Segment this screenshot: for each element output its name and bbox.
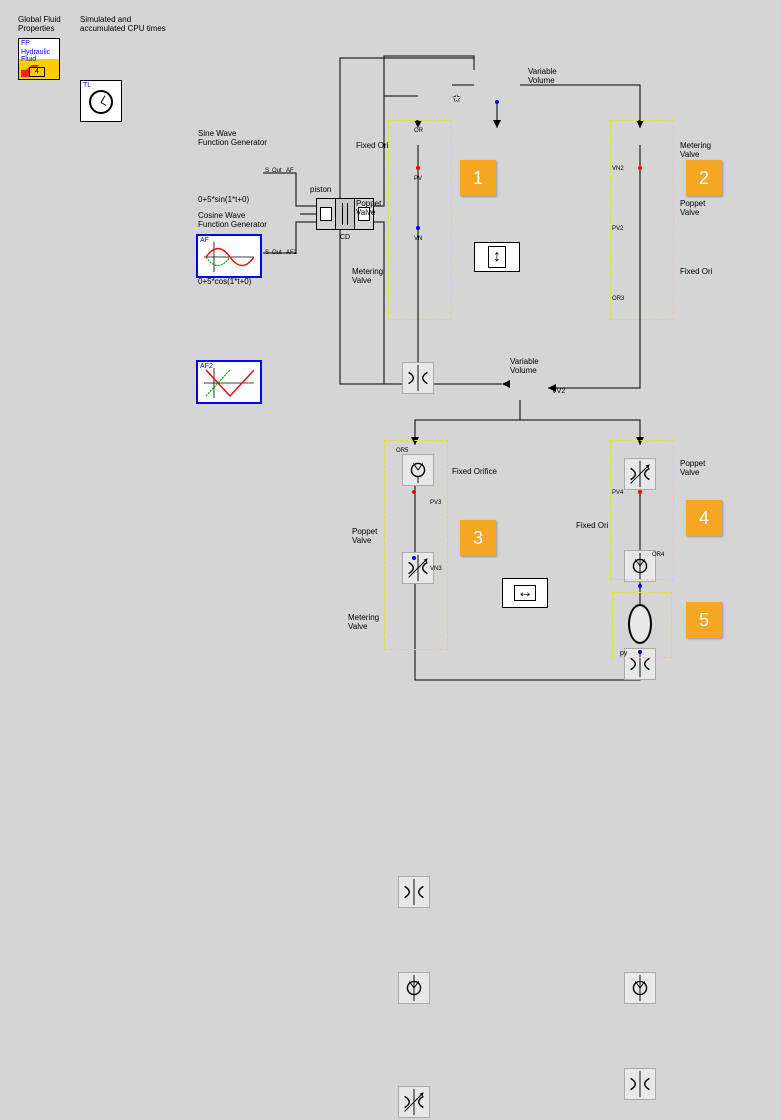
group-3-box: [384, 440, 448, 650]
cos-formula: 0+5*cos(1*t+0): [198, 278, 251, 287]
vv-mid-arrow-icon: ↔: [517, 584, 533, 602]
port-dot: [638, 490, 642, 494]
star-icon: ✩: [452, 92, 461, 105]
metering-icon: [399, 1087, 429, 1117]
group-2-box: [610, 120, 674, 320]
sine-generator-block[interactable]: AF: [196, 234, 262, 278]
poppet-icon: [399, 973, 429, 1003]
vv2-tag: VV2: [552, 388, 565, 396]
clock-icon: [89, 90, 113, 114]
g3-fixed-orifice-label: Fixed Orifice: [452, 468, 497, 477]
sine-port-af: AF: [286, 168, 294, 175]
sine-port-s: S: [265, 168, 269, 175]
g3-metering-label: Metering Valve: [348, 614, 379, 632]
g2-or3-tag: OR3: [612, 296, 624, 303]
port-dot: [412, 556, 416, 560]
group-5-number: 5: [686, 602, 722, 638]
g3-or5-tag: OR5: [396, 448, 408, 455]
g3-poppet-valve[interactable]: [398, 972, 430, 1004]
fp-tag: FP: [21, 40, 30, 47]
cos-port-s: S: [265, 250, 269, 257]
cos-wave-icon: [204, 368, 254, 398]
g2-pv2-tag: PV2: [612, 226, 623, 233]
sine-title: Sine Wave Function Generator: [198, 130, 267, 148]
g1-pv-tag: PV: [414, 176, 422, 183]
cos-title: Cosine Wave Function Generator: [198, 212, 267, 230]
g4-pv4-tag: PV4: [612, 490, 623, 497]
orifice-icon: [403, 363, 433, 393]
g4-or4-tag: OR4: [652, 552, 664, 559]
cos-port-af2: AF2: [286, 250, 297, 257]
group-2-number: 2: [686, 160, 722, 196]
variable-volume-top[interactable]: ↕: [474, 242, 520, 272]
cos-generator-block[interactable]: AF2: [196, 360, 262, 404]
group-4-number: 4: [686, 500, 722, 536]
hydraulic-fluid-block[interactable]: FP Hydraulic Fluid 4: [18, 38, 60, 80]
group-1-number: 1: [460, 160, 496, 196]
port-dot: [638, 650, 642, 654]
g1-fixed-ori-label: Fixed Ori: [356, 142, 388, 151]
hydraulic-fluid-label: Hydraulic Fluid: [21, 49, 50, 63]
cpu-times-title: Simulated and accumulated CPU times: [80, 16, 166, 34]
orifice-icon: [625, 1069, 655, 1099]
port-dot: [416, 226, 420, 230]
g3-poppet-label: Poppet Valve: [352, 528, 377, 546]
tl-tag: TL: [83, 82, 91, 89]
piston-label: piston: [310, 186, 331, 195]
g1-metering-label: Metering Valve: [352, 268, 383, 286]
group-1-box: [388, 120, 452, 320]
group-4-box: [610, 440, 674, 580]
g4-poppet-valve[interactable]: [624, 972, 656, 1004]
port-dot: [638, 584, 642, 588]
port-dot: [412, 490, 416, 494]
vv-top-arrow-icon: ↕: [493, 248, 501, 266]
g2-vn2-tag: VN2: [612, 166, 624, 173]
g1-or-tag: OR: [414, 128, 423, 135]
g2-metering-label: Metering Valve: [680, 142, 711, 160]
fluid-badge: 4: [29, 67, 45, 77]
g1-vn-tag: VN: [414, 236, 422, 243]
accumulator-tank[interactable]: [628, 604, 652, 644]
variable-volume-mid[interactable]: ↔: [502, 578, 548, 608]
g5-py-label: py: [620, 650, 627, 658]
g3-pv3-tag: PV3: [430, 500, 441, 507]
cpu-times-block[interactable]: TL: [80, 80, 122, 122]
global-fluid-title: Global Fluid Properties: [18, 16, 61, 34]
poppet-icon: [625, 973, 655, 1003]
g3-fixed-orifice[interactable]: [398, 876, 430, 908]
group-3-number: 3: [460, 520, 496, 556]
g4-fixed-orifice[interactable]: [624, 1068, 656, 1100]
vv-top-label: Variable Volume: [528, 68, 557, 86]
g1-poppet-label: Poppet Valve: [356, 200, 381, 218]
sine-port-out: Out: [272, 168, 282, 175]
sine-formula: 0+5*sin(1*t+0): [198, 196, 249, 205]
g2-poppet-label: Poppet Valve: [680, 200, 705, 218]
g2-fixed-ori-label: Fixed Ori: [680, 268, 712, 277]
orifice-icon: [399, 877, 429, 907]
g4-fixed-ori-label: Fixed Ori: [576, 522, 608, 531]
g4-poppet-label: Poppet Valve: [680, 460, 705, 478]
port-dot: [416, 166, 420, 170]
g1-fixed-orifice[interactable]: [402, 362, 434, 394]
sine-wave-icon: [204, 242, 254, 272]
g3-vn3-tag: VN3: [430, 566, 442, 573]
port-dot: [638, 166, 642, 170]
port-dot: [495, 100, 499, 104]
piston-cd: CD: [340, 234, 350, 242]
g3-metering-valve[interactable]: [398, 1086, 430, 1118]
cos-port-out: Out: [272, 250, 282, 257]
vv-mid-label: Variable Volume: [510, 358, 539, 376]
